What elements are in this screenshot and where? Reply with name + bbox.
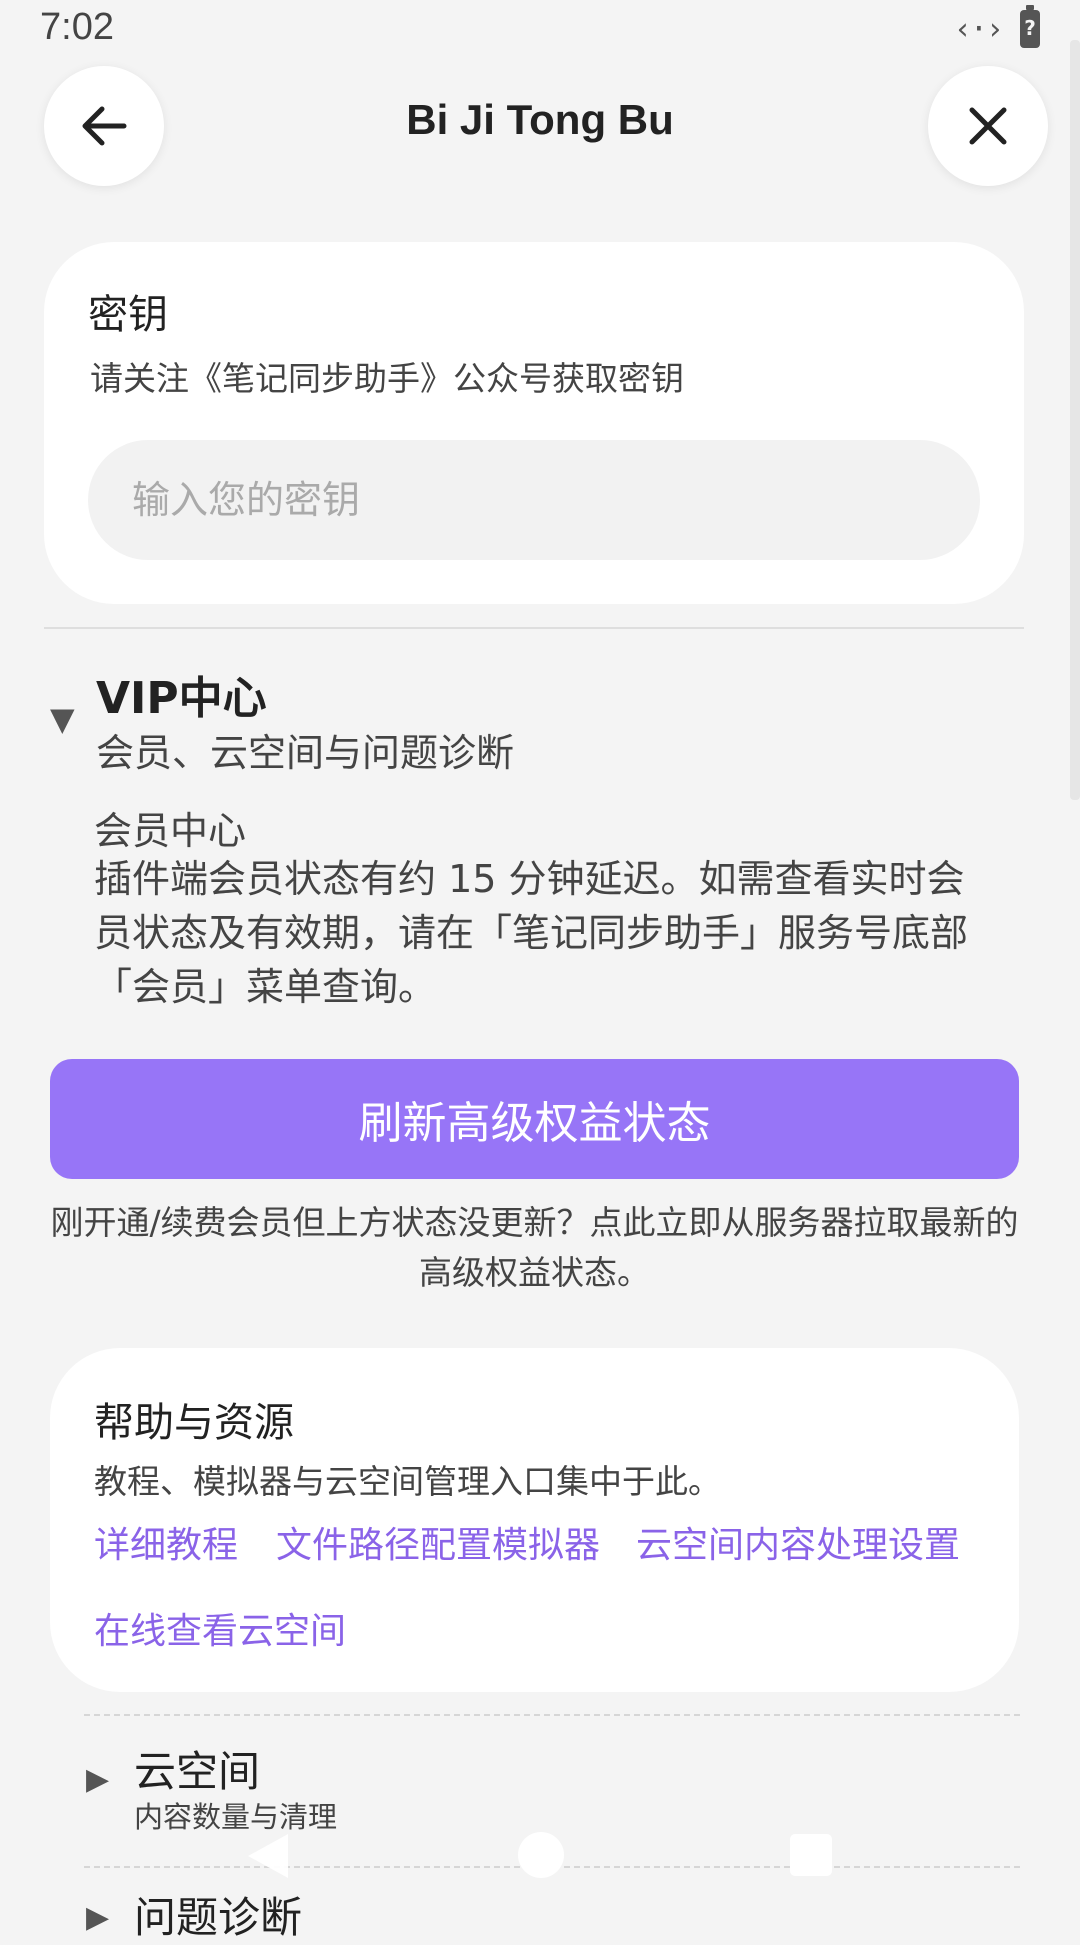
nav-home-icon[interactable] bbox=[518, 1832, 564, 1878]
battery-unknown-icon: ? bbox=[1020, 5, 1040, 48]
link-cloud-content-settings[interactable]: 云空间内容处理设置 bbox=[636, 1516, 960, 1568]
cloud-section-title[interactable]: 云空间 bbox=[134, 1738, 260, 1799]
close-icon bbox=[969, 107, 1007, 145]
status-time: 7:02 bbox=[40, 6, 114, 48]
data-transfer-icon: ‹·› bbox=[953, 11, 1004, 47]
battery-glyph: ? bbox=[1024, 16, 1036, 40]
member-center-title: 会员中心 bbox=[94, 809, 247, 853]
refresh-hint: 刚开通/续费会员但上方状态没更新？点此立即从服务器拉取最新的高级权益状态。 bbox=[50, 1203, 1019, 1292]
cloud-section-subtitle: 内容数量与清理 bbox=[134, 1800, 338, 1834]
link-path-simulator[interactable]: 文件路径配置模拟器 bbox=[276, 1516, 600, 1568]
link-view-cloud-online[interactable]: 在线查看云空间 bbox=[94, 1602, 346, 1654]
page-title: Bi Ji Tong Bu bbox=[406, 96, 674, 143]
section-divider bbox=[84, 1714, 1020, 1716]
expand-triangle-right-icon[interactable]: ▶ bbox=[86, 1762, 109, 1797]
key-description: 请关注《笔记同步助手》公众号获取密钥 bbox=[90, 359, 684, 398]
key-title: 密钥 bbox=[88, 292, 168, 338]
expand-triangle-down-icon[interactable]: ▼ bbox=[50, 700, 75, 738]
member-center-description: 插件端会员状态有约 15 分钟延迟。如需查看实时会员状态及有效期，请在「笔记同步… bbox=[94, 857, 969, 1009]
link-detailed-tutorial[interactable]: 详细教程 bbox=[94, 1516, 238, 1568]
diagnosis-section-title[interactable]: 问题诊断 bbox=[134, 1884, 302, 1945]
vip-section-subtitle: 会员、云空间与问题诊断 bbox=[96, 731, 515, 775]
scrollbar[interactable] bbox=[1070, 40, 1080, 800]
help-title: 帮助与资源 bbox=[94, 1400, 294, 1446]
nav-back-icon[interactable] bbox=[248, 1834, 288, 1878]
help-description: 教程、模拟器与云空间管理入口集中于此。 bbox=[94, 1462, 721, 1501]
expand-triangle-right-icon[interactable]: ▶ bbox=[86, 1900, 109, 1935]
nav-recents-icon[interactable] bbox=[790, 1834, 832, 1876]
vip-section-title[interactable]: VIP中心 bbox=[96, 662, 267, 726]
key-input[interactable] bbox=[88, 440, 980, 560]
divider bbox=[44, 627, 1024, 629]
refresh-premium-button[interactable]: 刷新高级权益状态 bbox=[50, 1059, 1019, 1179]
close-button[interactable] bbox=[928, 66, 1048, 186]
status-icons: ‹·› ? bbox=[953, 5, 1040, 48]
